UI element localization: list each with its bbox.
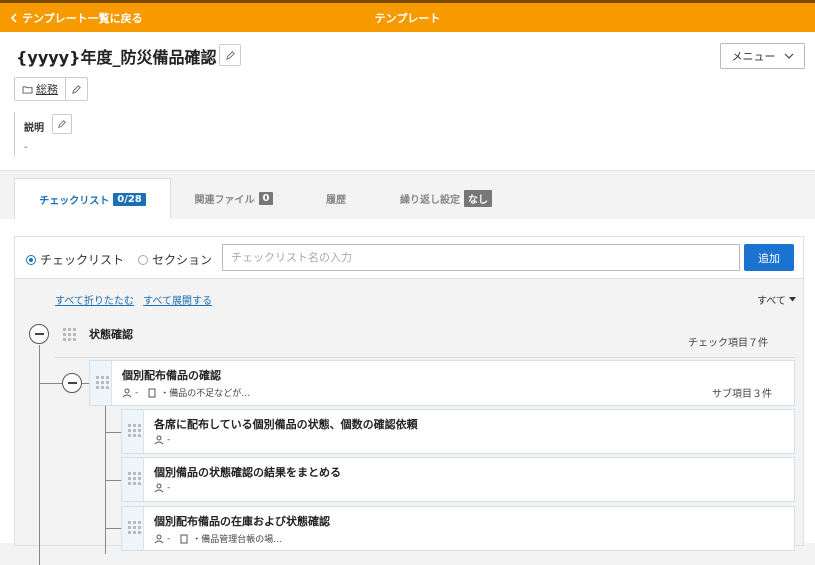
folder-icon <box>22 85 33 94</box>
drag-handle-icon[interactable] <box>63 328 76 341</box>
expand-collapse-links: すべて折りたたむ すべて展開する <box>55 292 218 307</box>
add-item-bar: チェックリスト セクション 追加 <box>15 237 803 279</box>
user-icon <box>154 435 164 445</box>
pencil-icon <box>72 84 81 94</box>
tab-label: チェックリスト <box>39 195 110 207</box>
assignee: - <box>135 387 139 398</box>
user-icon <box>122 388 132 397</box>
tree-line <box>105 394 106 554</box>
sub-item-count: サブ項目３件 <box>712 389 772 400</box>
radio-label: チェックリスト <box>40 253 125 267</box>
radio-dot <box>26 254 36 265</box>
menu-label: メニュー <box>731 50 776 63</box>
user-icon <box>154 483 164 493</box>
radio-section[interactable]: セクション <box>138 251 212 268</box>
pencil-icon <box>58 120 66 128</box>
drag-handle[interactable] <box>90 361 112 405</box>
item-meta: - <box>154 483 170 493</box>
drag-handle-icon <box>128 424 141 437</box>
tree-line <box>105 432 121 433</box>
description-label: 説明 <box>24 123 44 134</box>
tab-badge: なし <box>464 190 492 207</box>
drag-handle[interactable] <box>122 507 144 550</box>
tree-line <box>39 345 40 565</box>
tab-label: 履歴 <box>326 195 346 206</box>
filter-dropdown[interactable]: すべて <box>757 292 796 307</box>
assignee: - <box>167 483 171 493</box>
edit-folder-button[interactable] <box>66 78 87 100</box>
edit-description-button[interactable] <box>52 114 72 134</box>
user-icon <box>154 534 164 543</box>
page-title: {yyyy}年度_防災備品確認 <box>16 48 217 67</box>
template-header: {yyyy}年度_防災備品確認 メニュー 総務 説明 - <box>0 32 815 171</box>
collapse-section-toggle[interactable] <box>29 324 49 344</box>
radio-checklist[interactable]: チェックリスト <box>26 251 124 268</box>
tree-line <box>105 480 121 481</box>
tab-bar: チェックリスト 0/28 関連ファイル 0 履歴 繰り返し設定 なし <box>0 178 815 219</box>
collapse-all-link[interactable]: すべて折りたたむ <box>55 296 134 307</box>
drag-handle[interactable] <box>122 458 144 501</box>
item-title: 各席に配布している個別備品の状態、個数の確認依頼 <box>154 418 418 431</box>
assignee: - <box>167 533 171 544</box>
tab-label: 関連ファイル <box>194 195 255 206</box>
item-title: 個別備品の状態確認の結果をまとめる <box>154 466 341 479</box>
checklist-item-card[interactable]: 各席に配布している個別備品の状態、個数の確認依頼 - <box>121 409 795 454</box>
description-value: - <box>24 142 28 153</box>
expand-all-link[interactable]: すべて展開する <box>143 296 212 307</box>
drag-handle-icon <box>128 521 141 534</box>
checklist-name-input[interactable] <box>222 244 740 271</box>
radio-label: セクション <box>152 253 213 267</box>
item-meta: - ・備品管理台帳の場… <box>154 532 282 545</box>
edit-title-button[interactable] <box>219 44 241 66</box>
group-meta: - ・備品の不足などが… <box>122 386 250 399</box>
tab-badge: 0/28 <box>113 192 146 206</box>
tab-repeat-settings[interactable]: 繰り返し設定 なし <box>375 178 517 219</box>
section-title[interactable]: 状態確認 <box>89 326 133 342</box>
folder-selector: 総務 <box>14 77 88 101</box>
drag-handle[interactable] <box>122 410 144 453</box>
drag-handle-icon <box>128 472 141 485</box>
checklist-panel: チェックリスト セクション 追加 すべて折りたたむ すべて展開する すべて <box>14 236 804 565</box>
add-button[interactable]: 追加 <box>744 244 794 271</box>
tab-history[interactable]: 履歴 <box>297 178 375 219</box>
checklist-item-card[interactable]: 個別備品の状態確認の結果をまとめる - <box>121 457 795 502</box>
group-title: 個別配布備品の確認 <box>122 369 221 382</box>
folder-link[interactable]: 総務 <box>15 78 66 100</box>
filter-label: すべて <box>757 296 786 307</box>
radio-dot <box>138 254 148 265</box>
page-header-title: テンプレート <box>374 12 441 25</box>
caret-down-icon <box>788 297 796 302</box>
memo-icon <box>148 388 156 397</box>
item-note: ・備品管理台帳の場… <box>192 535 283 545</box>
tab-badge: 0 <box>258 192 274 205</box>
folder-label: 総務 <box>36 83 58 96</box>
tab-label: 繰り返し設定 <box>400 195 460 206</box>
item-meta: - <box>154 435 170 445</box>
drag-handle-icon <box>96 376 109 389</box>
menu-button[interactable]: メニュー <box>720 43 805 69</box>
section-divider <box>55 357 795 358</box>
top-bar: テンプレート一覧に戻る テンプレート <box>0 0 815 32</box>
pencil-icon <box>225 50 235 60</box>
tab-checklist[interactable]: チェックリスト 0/28 <box>14 178 171 219</box>
tab-related-files[interactable]: 関連ファイル 0 <box>171 178 297 219</box>
item-title: 個別配布備品の在庫および状態確認 <box>154 515 330 528</box>
checklist-group-card[interactable]: 個別配布備品の確認 - ・備品の不足などが… サブ項目３件 <box>89 360 795 406</box>
checklist-item-card[interactable]: 個別配布備品の在庫および状態確認 - ・備品管理台帳の場… <box>121 506 795 551</box>
chevron-down-icon <box>784 53 793 59</box>
memo-icon <box>180 534 188 543</box>
collapse-group-toggle[interactable] <box>62 373 82 393</box>
group-note: ・備品の不足などが… <box>160 389 251 399</box>
description-block: 説明 - <box>14 112 72 156</box>
checklist-content: チェックリスト セクション 追加 すべて折りたたむ すべて展開する すべて <box>0 219 815 565</box>
assignee: - <box>167 435 171 445</box>
tree-line <box>105 528 121 529</box>
section-item-count: チェック項目７件 <box>688 338 768 349</box>
